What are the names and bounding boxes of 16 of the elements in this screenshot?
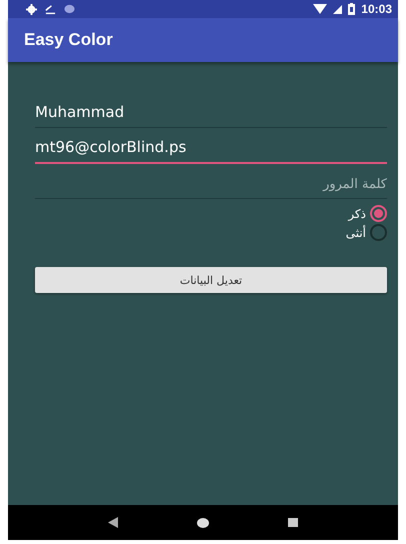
app-title: Easy Color [24,30,113,50]
input-field[interactable]: mt96@colorBlind.ps [35,135,387,164]
recents-icon[interactable] [288,518,298,527]
wifi-icon [313,4,328,14]
edit-data-button[interactable]: تعديل البيانات [35,267,387,293]
download-done-icon [45,4,56,14]
input-field[interactable]: Muhammad [35,100,387,128]
battery-icon [348,3,356,15]
input-field[interactable]: كلمة المرور [35,171,387,199]
radio-option[interactable]: أنثى [346,224,387,241]
back-icon[interactable] [108,517,118,528]
home-icon[interactable] [196,518,209,528]
circle-icon [64,4,75,14]
radio-option[interactable]: ذكر [348,205,387,222]
signal-icon [333,4,342,14]
status-time: 10:03 [361,2,392,16]
